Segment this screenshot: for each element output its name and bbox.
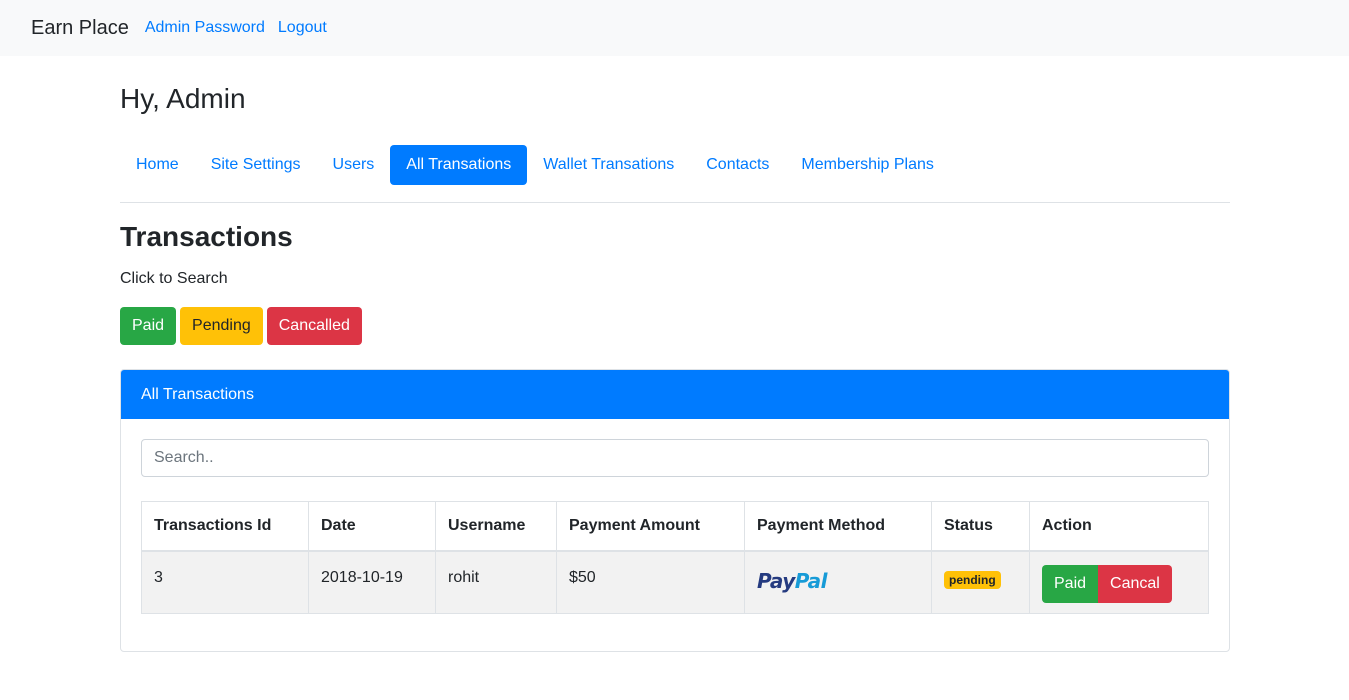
- greeting-heading: Hy, Admin: [120, 83, 246, 114]
- column-header: Payment Method: [744, 501, 932, 552]
- transaction-id-cell: 3: [141, 550, 309, 614]
- action-cell: Paid Cancal: [1029, 550, 1209, 614]
- main-container: Hy, Admin Home Site Settings Users All T…: [120, 56, 1230, 652]
- mark-paid-button[interactable]: Paid: [1042, 565, 1099, 603]
- table-header-row: Transactions Id Date Username Payment Am…: [141, 501, 1209, 552]
- search-input[interactable]: [141, 439, 1209, 477]
- column-header: Date: [308, 501, 436, 552]
- paypal-logo: PayPal: [757, 569, 828, 593]
- column-header: Action: [1029, 501, 1209, 552]
- status-badge: pending: [944, 571, 1001, 589]
- status-cell: pending: [931, 550, 1030, 614]
- tab-contacts[interactable]: Contacts: [690, 145, 785, 185]
- admin-password-link[interactable]: Admin Password: [145, 19, 265, 37]
- tab-all-transactions[interactable]: All Transations: [390, 145, 528, 185]
- status-filters: Paid Pending Cancalled: [120, 307, 362, 345]
- filter-cancelled-button[interactable]: Cancalled: [266, 307, 362, 345]
- column-header: Status: [931, 501, 1030, 552]
- tab-users[interactable]: Users: [317, 145, 391, 185]
- card-header: All Transactions: [121, 370, 1229, 419]
- date-cell: 2018-10-19: [308, 550, 436, 614]
- amount-cell: $50: [556, 550, 745, 614]
- column-header: Payment Amount: [556, 501, 745, 552]
- tab-membership-plans[interactable]: Membership Plans: [785, 145, 950, 185]
- transactions-card: All Transactions Transactions Id Date Us…: [120, 369, 1230, 652]
- tab-site-settings[interactable]: Site Settings: [195, 145, 317, 185]
- tab-home[interactable]: Home: [120, 145, 195, 185]
- logout-link[interactable]: Logout: [278, 19, 327, 37]
- action-button-group: Paid Cancal: [1042, 565, 1172, 603]
- search-hint: Click to Search: [120, 270, 228, 287]
- cancel-button[interactable]: Cancal: [1098, 565, 1172, 603]
- page-title: Transactions: [120, 221, 293, 252]
- table-row: 3 2018-10-19 rohit $50 PayPal pending Pa…: [141, 550, 1209, 614]
- filter-pending-button[interactable]: Pending: [180, 307, 263, 345]
- payment-method-cell: PayPal: [744, 550, 932, 614]
- username-cell: rohit: [435, 550, 557, 614]
- brand-logo[interactable]: Earn Place: [31, 17, 129, 40]
- top-navbar: Earn Place Admin Password Logout: [0, 0, 1349, 56]
- filter-paid-button[interactable]: Paid: [120, 307, 177, 345]
- transactions-table: Transactions Id Date Username Payment Am…: [141, 501, 1209, 614]
- admin-tabs: Home Site Settings Users All Transations…: [120, 145, 1230, 203]
- tab-wallet-transactions[interactable]: Wallet Transations: [527, 145, 690, 185]
- column-header: Transactions Id: [141, 501, 309, 552]
- column-header: Username: [435, 501, 557, 552]
